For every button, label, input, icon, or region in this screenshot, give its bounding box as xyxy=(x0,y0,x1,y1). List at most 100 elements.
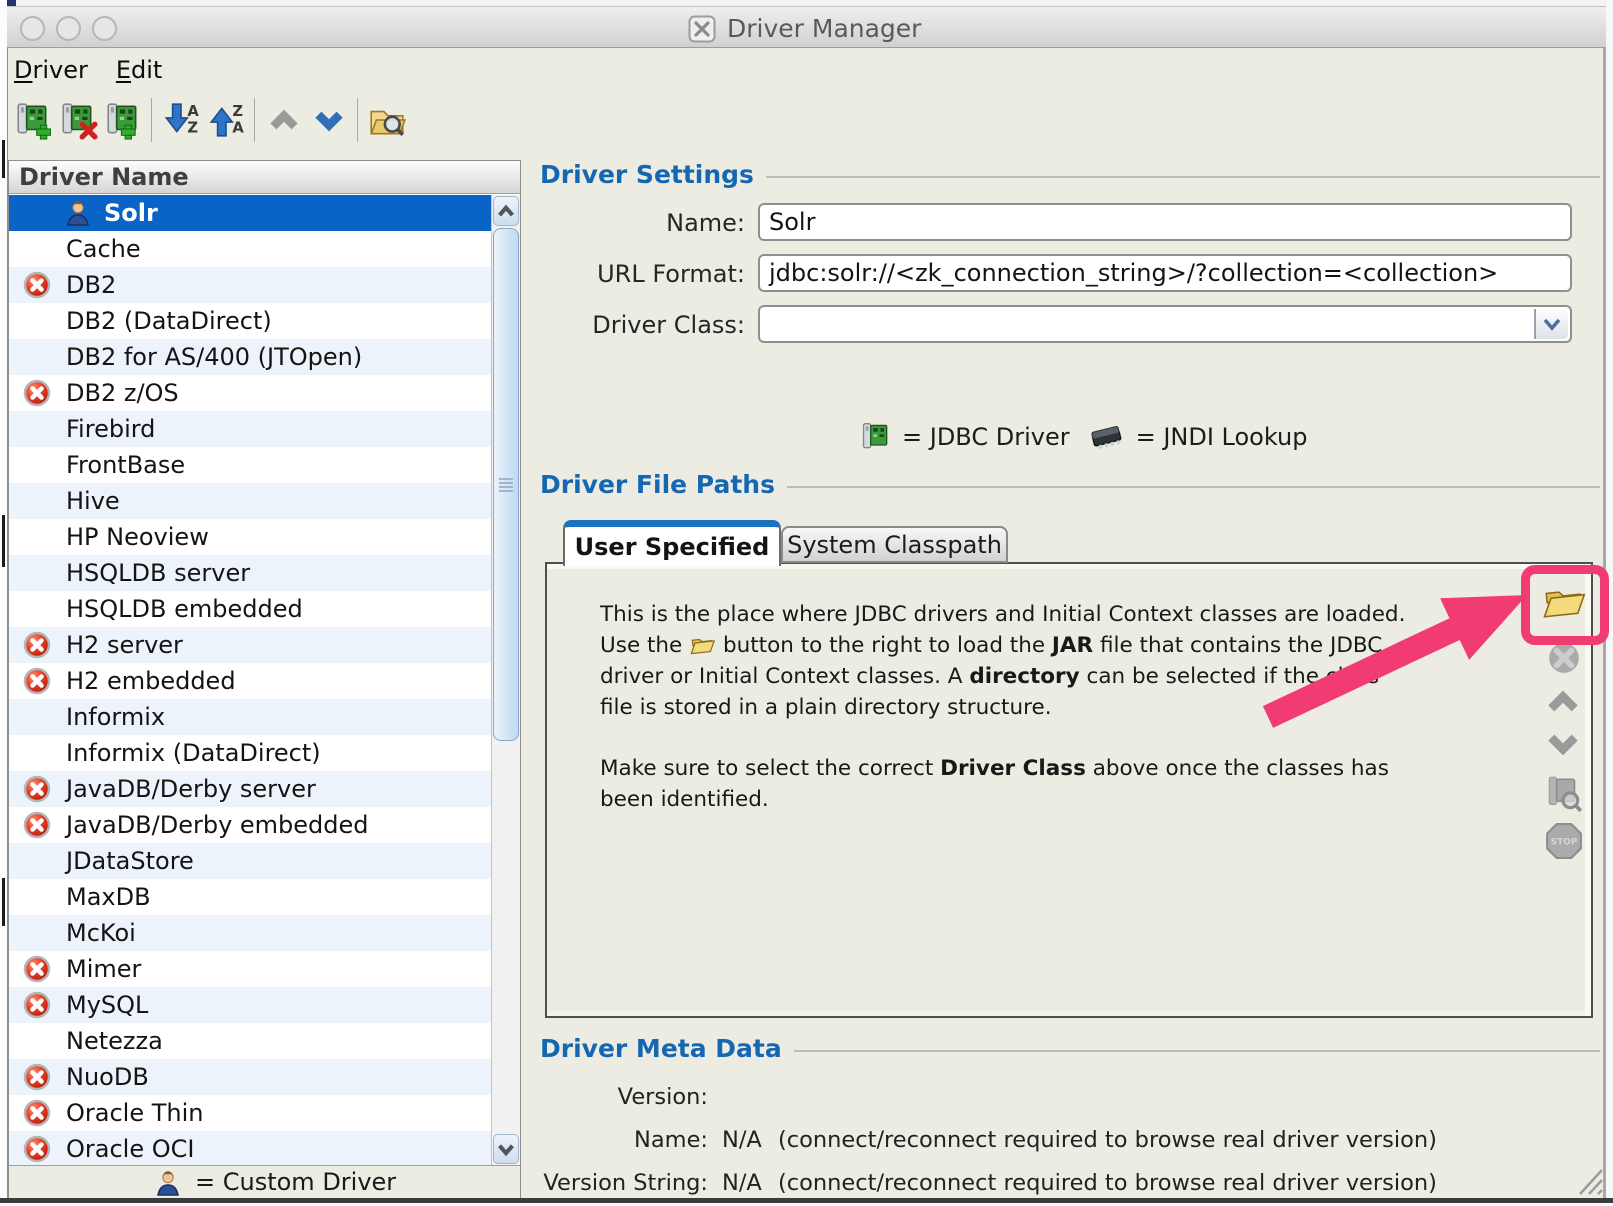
driver-list-row[interactable]: Informix (DataDirect) xyxy=(9,735,520,771)
driver-name-label: Informix xyxy=(66,699,165,735)
driver-list-row[interactable]: FrontBase xyxy=(9,447,520,483)
menu-item-driver[interactable]: Driver xyxy=(14,56,88,84)
scrollbar-thumb[interactable] xyxy=(493,228,519,741)
scan-driver-icon xyxy=(1544,774,1584,814)
section-driver-file-paths: Driver File Paths xyxy=(540,470,1600,499)
driver-name-label: Hive xyxy=(66,483,120,519)
driver-class-dropdown-button[interactable] xyxy=(1534,309,1568,339)
stop-button[interactable]: STOP xyxy=(1545,822,1583,860)
driver-name-label: HP Neoview xyxy=(66,519,209,555)
driver-list-row[interactable]: DB2 (DataDirect) xyxy=(9,303,520,339)
driver-list-row[interactable]: Oracle Thin xyxy=(9,1095,520,1131)
driver-name-label: McKoi xyxy=(66,915,136,951)
driver-list-row[interactable]: Mimer xyxy=(9,951,520,987)
move-down-icon xyxy=(312,105,346,135)
jndi-legend-label: = JNDI Lookup xyxy=(1136,423,1308,451)
meta-name-label: Name: xyxy=(520,1127,708,1153)
driver-list-row[interactable]: Solr xyxy=(9,195,520,231)
driver-file-paths-title: Driver File Paths xyxy=(540,470,775,499)
driver-list-row[interactable]: DB2 for AS/400 (JTOpen) xyxy=(9,339,520,375)
driver-class-label: Driver Class: xyxy=(520,311,745,339)
driver-name-label: FrontBase xyxy=(66,447,185,483)
driver-name-label: NuoDB xyxy=(66,1059,149,1095)
driver-list-row[interactable]: HSQLDB server xyxy=(9,555,520,591)
annotation-highlight-box xyxy=(1521,565,1609,645)
driver-list-row[interactable]: Informix xyxy=(9,699,520,735)
driver-list-row[interactable]: HSQLDB embedded xyxy=(9,591,520,627)
close-window-button[interactable] xyxy=(20,16,45,41)
name-field[interactable]: Solr xyxy=(758,203,1572,241)
driver-list-row[interactable]: NuoDB xyxy=(9,1059,520,1095)
driver-name-label: H2 server xyxy=(66,627,183,663)
driver-list-row[interactable]: DB2 z/OS xyxy=(9,375,520,411)
driver-list-row[interactable]: HP Neoview xyxy=(9,519,520,555)
svg-text:A: A xyxy=(187,103,199,120)
minimize-window-button[interactable] xyxy=(56,16,81,41)
driver-name-label: Firebird xyxy=(66,411,155,447)
driver-error-icon xyxy=(22,810,52,840)
tab-system-classpath[interactable]: System Classpath xyxy=(781,526,1008,563)
menubar: Driver Edit xyxy=(14,52,162,88)
move-file-down-button[interactable] xyxy=(1546,730,1580,758)
custom-driver-legend: = Custom Driver xyxy=(9,1165,520,1198)
driver-list-row[interactable]: Netezza xyxy=(9,1023,520,1059)
meta-name-note: (connect/reconnect required to browse re… xyxy=(778,1127,1437,1153)
url-format-label: URL Format: xyxy=(520,260,745,288)
section-rule xyxy=(794,1050,1600,1052)
sort-ascending-button[interactable]: A Z xyxy=(158,96,203,144)
svg-text:Z: Z xyxy=(187,120,198,137)
resize-grip[interactable] xyxy=(1572,1162,1604,1196)
titlebar[interactable]: Driver Manager xyxy=(7,6,1606,48)
search-driver-file-button[interactable] xyxy=(364,96,409,144)
scan-driver-button[interactable] xyxy=(1544,774,1584,814)
driver-list-scrollbar[interactable] xyxy=(491,195,520,1165)
remove-file-button[interactable] xyxy=(1547,641,1581,675)
driver-list-row[interactable]: Hive xyxy=(9,483,520,519)
driver-list-row[interactable]: MySQL xyxy=(9,987,520,1023)
driver-list-row[interactable]: H2 server xyxy=(9,627,520,663)
driver-list-row[interactable]: McKoi xyxy=(9,915,520,951)
move-driver-down-button[interactable] xyxy=(306,96,351,144)
version-string-value: N/A xyxy=(722,1170,762,1196)
driver-error-icon xyxy=(22,630,52,660)
driver-list-row[interactable]: H2 embedded xyxy=(9,663,520,699)
remove-file-icon xyxy=(1547,641,1581,675)
url-format-field[interactable]: jdbc:solr://<zk_connection_string>/?coll… xyxy=(758,254,1572,292)
driver-list-row[interactable]: JDataStore xyxy=(9,843,520,879)
open-folder-icon xyxy=(689,632,716,656)
driver-list-row[interactable]: JavaDB/Derby embedded xyxy=(9,807,520,843)
scroll-up-button[interactable] xyxy=(493,196,519,226)
resize-grip-icon xyxy=(1572,1162,1604,1196)
section-driver-settings: Driver Settings xyxy=(540,160,1600,189)
version-string-label: Version String: xyxy=(520,1170,708,1196)
sort-descending-button[interactable]: Z A xyxy=(203,96,248,144)
driver-list-row[interactable]: Firebird xyxy=(9,411,520,447)
version-label: Version: xyxy=(520,1084,708,1110)
driver-list-header[interactable]: Driver Name xyxy=(9,161,520,194)
driver-list-row[interactable]: DB2 xyxy=(9,267,520,303)
move-up-icon xyxy=(1546,688,1580,716)
driver-meta-data-title: Driver Meta Data xyxy=(540,1034,782,1063)
scroll-down-button[interactable] xyxy=(493,1134,519,1164)
copy-driver-button[interactable] xyxy=(100,96,145,144)
driver-list-body: Solr Cache DB2 xyxy=(9,195,520,1165)
toolbar: A Z Z A xyxy=(10,94,409,146)
driver-list-row[interactable]: Cache xyxy=(9,231,520,267)
move-driver-up-button[interactable] xyxy=(261,96,306,144)
move-file-up-button[interactable] xyxy=(1546,688,1580,716)
driver-class-field[interactable] xyxy=(758,305,1572,343)
menu-item-edit[interactable]: Edit xyxy=(116,56,162,84)
custom-driver-icon xyxy=(155,1169,181,1197)
new-driver-button[interactable] xyxy=(10,96,55,144)
delete-driver-button[interactable] xyxy=(55,96,100,144)
driver-list-row[interactable]: MaxDB xyxy=(9,879,520,915)
x11-logo-icon xyxy=(688,15,716,43)
driver-name-label: DB2 (DataDirect) xyxy=(66,303,272,339)
tab-user-specified[interactable]: User Specified xyxy=(563,520,781,566)
new-driver-icon xyxy=(14,101,52,139)
driver-name-label: Solr xyxy=(104,195,158,231)
driver-list-row[interactable]: Oracle OCI xyxy=(9,1131,520,1165)
driver-name-label: MySQL xyxy=(66,987,148,1023)
maximize-window-button[interactable] xyxy=(92,16,117,41)
driver-list-row[interactable]: JavaDB/Derby server xyxy=(9,771,520,807)
